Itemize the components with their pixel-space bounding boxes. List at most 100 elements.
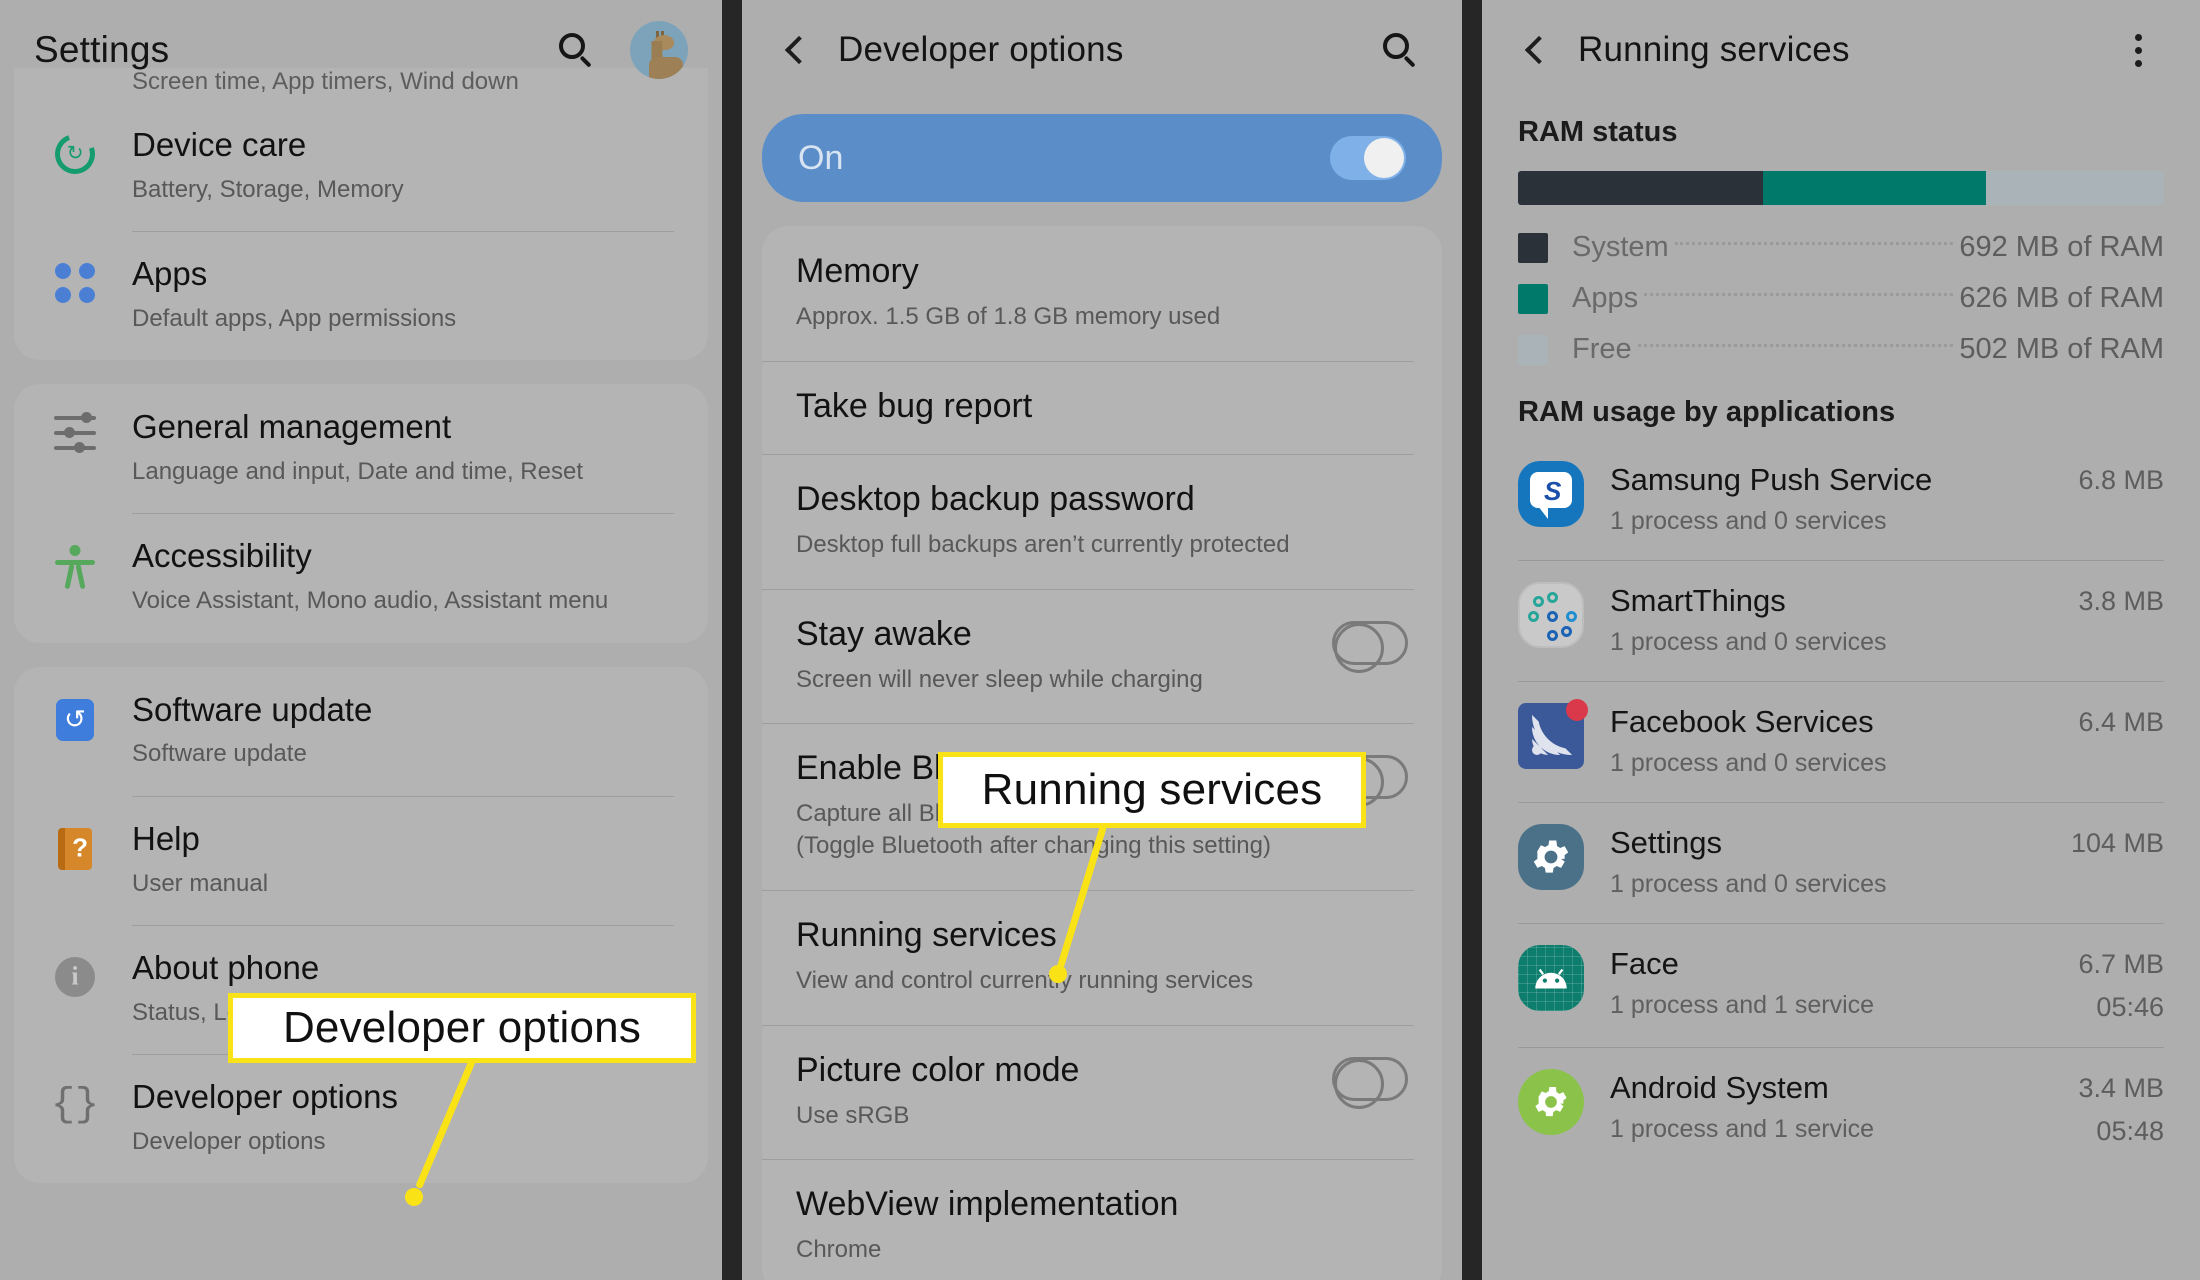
table-row[interactable]: SmartThings 1 process and 0 services 3.8…	[1518, 560, 2164, 681]
app-name: SmartThings	[1610, 583, 1786, 619]
settings-gear-icon	[1518, 824, 1584, 891]
item-title: Picture color mode	[796, 1050, 1080, 1089]
app-name: Face	[1610, 946, 1679, 982]
overflow-menu-icon[interactable]	[2110, 22, 2166, 78]
item-subtitle: Chrome	[796, 1236, 882, 1264]
ram-status-bar-chart	[1518, 171, 2164, 205]
item-subtitle: Desktop full backups aren’t currently pr…	[796, 530, 1290, 558]
leader-dots	[1644, 293, 1954, 296]
app-processes: 1 process and 0 services	[1610, 870, 1887, 899]
leader-dots	[1637, 344, 1954, 347]
developer-options-panel: Developer options On Memory Approx. 1.5 …	[742, 0, 1462, 1280]
item-subtitle: Language and input, Date and time, Reset	[132, 458, 583, 486]
avatar-detail	[648, 56, 683, 79]
running-services-panel: Running services RAM status System 692 M…	[1482, 0, 2200, 1280]
app-processes: 1 process and 1 service	[1610, 1115, 1875, 1144]
leader-dots	[1674, 242, 1954, 245]
android-system-icon	[1518, 1069, 1584, 1136]
app-time: 05:46	[2096, 992, 2164, 1023]
list-item-stay-awake[interactable]: Stay awake Screen will never sleep while…	[762, 588, 1442, 724]
avatar[interactable]	[630, 21, 688, 79]
item-subtitle: Use sRGB	[796, 1101, 910, 1129]
callout-text: Running services	[981, 765, 1323, 814]
smartthings-icon	[1518, 582, 1584, 649]
sidebar-item-help[interactable]: Help User manual	[14, 795, 708, 925]
device-care-icon	[44, 126, 106, 181]
list-item-desktop-backup-password[interactable]: Desktop backup password Desktop full bac…	[762, 453, 1442, 589]
list-item-memory[interactable]: Memory Approx. 1.5 GB of 1.8 GB memory u…	[762, 226, 1442, 361]
item-subtitle: Developer options	[132, 1127, 326, 1155]
search-icon[interactable]	[548, 22, 604, 78]
settings-group-3: Software update Software update Help Use…	[14, 666, 708, 1183]
app-name: Facebook Services	[1610, 704, 1874, 740]
settings-header: Settings	[0, 0, 722, 100]
back-chevron-icon[interactable]	[1516, 27, 1562, 73]
android-head-glyph	[1535, 969, 1567, 989]
sidebar-item-general-management[interactable]: General management Language and input, D…	[14, 384, 708, 513]
list-item-webview-implementation[interactable]: WebView implementation Chrome	[762, 1159, 1442, 1280]
gear-glyph	[1533, 840, 1569, 873]
app-size: 104 MB	[2070, 828, 2164, 859]
apps-icon	[44, 255, 106, 304]
item-subtitle: Default apps, App permissions	[132, 305, 457, 333]
table-row[interactable]: S Samsung Push Service 1 process and 0 s…	[1518, 439, 2164, 560]
samsung-push-icon: S	[1518, 461, 1584, 527]
panel-divider-1	[722, 0, 742, 1280]
ram-legend-row-apps: Apps 626 MB of RAM	[1518, 282, 2164, 315]
item-title: Apps	[132, 255, 208, 293]
table-row[interactable]: Android System 1 process and 1 service 3…	[1518, 1047, 2164, 1171]
accessibility-icon	[44, 537, 106, 590]
list-item-picture-color-mode[interactable]: Picture color mode Use sRGB	[762, 1024, 1442, 1160]
item-title: Desktop backup password	[796, 479, 1195, 518]
settings-group-2: General management Language and input, D…	[14, 384, 708, 643]
page-title: Settings	[34, 29, 170, 70]
item-title: Take bug report	[796, 386, 1033, 425]
stay-awake-toggle[interactable]	[1332, 615, 1408, 673]
three-panel-screenshot: Settings Screen time, App timers, Wind d…	[0, 0, 2200, 1280]
help-book-icon	[44, 820, 106, 870]
search-icon[interactable]	[1372, 22, 1428, 78]
callout-text: Developer options	[282, 1003, 642, 1052]
back-chevron-icon[interactable]	[776, 27, 822, 73]
settings-group-1: Screen time, App timers, Wind down Devic…	[14, 68, 708, 361]
app-name: Samsung Push Service	[1610, 462, 1933, 497]
ram-legend-row-system: System 692 MB of RAM	[1518, 231, 2164, 264]
magnifier-glyph	[1383, 33, 1417, 68]
master-toggle-switch[interactable]	[1330, 136, 1406, 180]
app-name: Android System	[1610, 1070, 1829, 1106]
sidebar-item-software-update[interactable]: Software update Software update	[14, 667, 708, 796]
callout-developer-options: Developer options	[228, 993, 696, 1063]
item-subtitle: Voice Assistant, Mono audio, Assistant m…	[132, 587, 609, 615]
app-name: Settings	[1610, 825, 1723, 861]
list-item-running-services[interactable]: Running services View and control curren…	[762, 889, 1442, 1025]
app-size: 3.8 MB	[2078, 586, 2164, 617]
legend-swatch-system	[1518, 232, 1548, 263]
developer-options-master-toggle[interactable]: On	[762, 114, 1442, 202]
item-subtitle: View and control currently running servi…	[796, 966, 1254, 994]
ram-legend-row-free: Free 502 MB of RAM	[1518, 333, 2164, 366]
sidebar-item-apps[interactable]: Apps Default apps, App permissions	[14, 231, 708, 360]
settings-panel: Settings Screen time, App timers, Wind d…	[0, 0, 722, 1280]
item-title: Developer options	[132, 1077, 398, 1115]
sidebar-item-device-care[interactable]: Device care Battery, Storage, Memory	[14, 102, 708, 231]
panel-divider-2	[1462, 0, 1482, 1280]
app-size: 6.8 MB	[2078, 465, 2164, 495]
running-services-header: Running services	[1482, 0, 2200, 100]
table-row[interactable]: Settings 1 process and 0 services 104 MB	[1518, 802, 2164, 923]
list-item-take-bug-report[interactable]: Take bug report	[762, 360, 1442, 454]
sidebar-item-accessibility[interactable]: Accessibility Voice Assistant, Mono audi…	[14, 513, 708, 642]
picture-color-mode-toggle[interactable]	[1332, 1051, 1408, 1109]
app-size: 6.4 MB	[2078, 707, 2164, 738]
ram-bar-segment-apps	[1763, 171, 1987, 205]
table-row[interactable]: Face 1 process and 1 service 6.7 MB 05:4…	[1518, 923, 2164, 1047]
app-processes: 1 process and 0 services	[1610, 628, 1887, 657]
legend-value: 502 MB of RAM	[1959, 333, 2164, 365]
legend-swatch-free	[1518, 334, 1548, 365]
table-row[interactable]: Facebook Services 1 process and 0 servic…	[1518, 681, 2164, 802]
item-subtitle: Approx. 1.5 GB of 1.8 GB memory used	[796, 303, 1221, 331]
curly-braces-icon: {}	[50, 1082, 99, 1128]
legend-value: 692 MB of RAM	[1959, 231, 2164, 263]
item-title: Software update	[132, 690, 373, 728]
sidebar-item-developer-options[interactable]: {} Developer options Developer options	[14, 1053, 708, 1183]
item-subtitle: Screen will never sleep while charging	[796, 665, 1203, 693]
